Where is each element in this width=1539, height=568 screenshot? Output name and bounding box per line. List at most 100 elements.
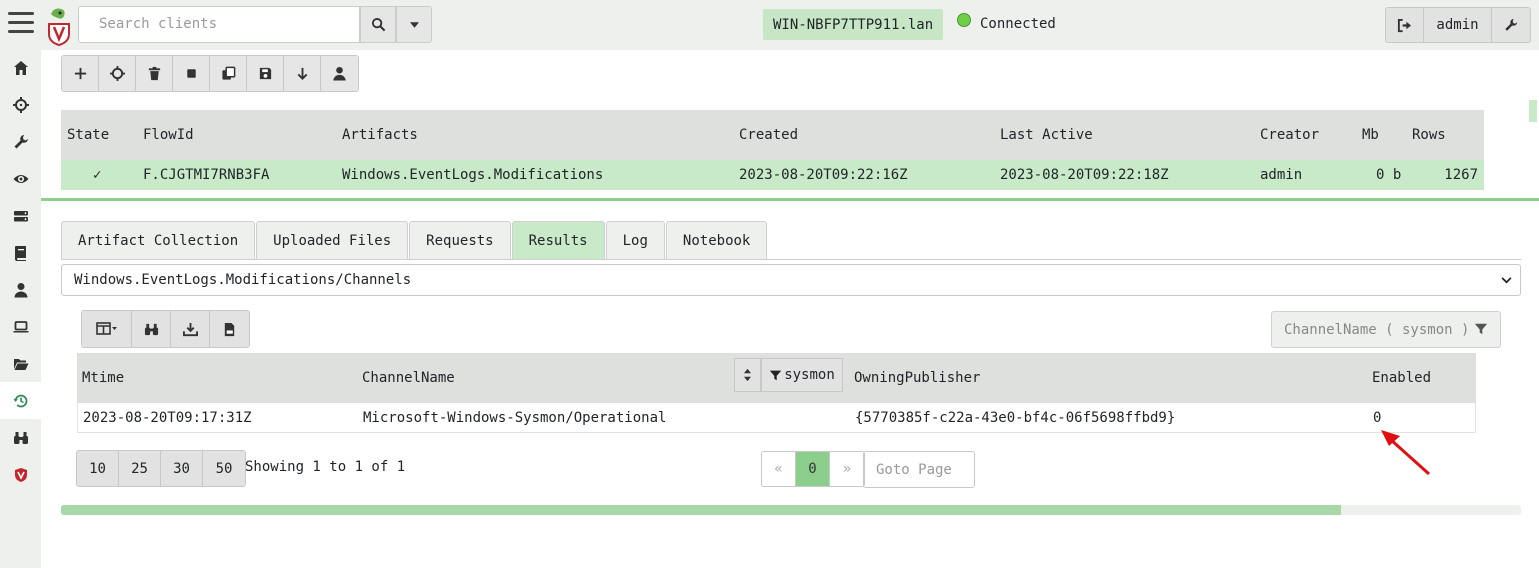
search-dropdown-button[interactable] bbox=[396, 6, 432, 43]
artifact-name: Windows.EventLogs.Modifications bbox=[342, 167, 604, 183]
filter-label: ChannelName ( sysmon ) bbox=[1284, 321, 1470, 338]
connection-status: Connected bbox=[980, 16, 1056, 32]
hamburger-menu-icon[interactable] bbox=[8, 12, 34, 38]
save-button[interactable] bbox=[247, 56, 284, 91]
velociraptor-logo[interactable] bbox=[46, 6, 72, 47]
page-size-25[interactable]: 25 bbox=[119, 451, 161, 486]
copy-icon bbox=[221, 66, 235, 80]
columns-icon bbox=[95, 322, 117, 335]
column-header[interactable]: Artifacts bbox=[342, 127, 418, 143]
search-button[interactable] bbox=[360, 6, 396, 43]
user-button[interactable]: admin bbox=[1424, 8, 1492, 42]
annotation-arrow-icon bbox=[1381, 430, 1431, 476]
search-input[interactable]: Search clients bbox=[78, 6, 360, 43]
table-row[interactable]: ✓ F.CJGTMI7RNB3FA Windows.EventLogs.Modi… bbox=[61, 160, 1484, 190]
current-page-button[interactable]: 0 bbox=[796, 452, 830, 486]
tab-artifact-collection[interactable]: Artifact Collection bbox=[61, 221, 256, 259]
creator: admin bbox=[1260, 167, 1303, 183]
client-hostname-badge[interactable]: WIN-NBFP7TTP911.lan bbox=[763, 9, 944, 40]
search-icon bbox=[371, 17, 385, 32]
flow-id: F.CJGTMI7RNB3FA bbox=[143, 167, 270, 183]
column-header[interactable]: ChannelName bbox=[362, 370, 455, 386]
prev-page-button[interactable]: « bbox=[762, 452, 796, 486]
caret-down-icon bbox=[409, 21, 419, 28]
new-collection-button[interactable] bbox=[62, 56, 99, 91]
eye-icon[interactable] bbox=[0, 160, 41, 197]
copy-button[interactable] bbox=[210, 56, 247, 91]
page-size-10[interactable]: 10 bbox=[77, 451, 119, 486]
download-csv-button[interactable] bbox=[210, 311, 249, 347]
results-toolbar bbox=[81, 310, 250, 348]
column-header[interactable]: Last Active bbox=[1000, 127, 1093, 143]
server-icon[interactable] bbox=[0, 197, 41, 234]
crosshair-icon[interactable] bbox=[0, 86, 41, 123]
tab-log[interactable]: Log bbox=[605, 221, 665, 259]
scrollbar-thumb[interactable] bbox=[61, 505, 1342, 515]
trash-icon bbox=[148, 66, 160, 81]
column-header[interactable]: Rows bbox=[1412, 127, 1446, 143]
table-row[interactable]: 2023-08-20T09:17:31Z Microsoft-Windows-S… bbox=[77, 403, 1476, 433]
folder-open-icon[interactable] bbox=[0, 345, 41, 382]
tab-requests[interactable]: Requests bbox=[409, 221, 511, 259]
flows-table: State FlowId Artifacts Created Last Acti… bbox=[61, 110, 1484, 190]
size-mb: 0 b bbox=[1376, 167, 1402, 183]
created-time: 2023-08-20T09:22:16Z bbox=[739, 167, 908, 183]
page-size-30[interactable]: 30 bbox=[161, 451, 203, 486]
plus-icon bbox=[74, 67, 86, 80]
sort-button[interactable] bbox=[734, 358, 761, 392]
download-button[interactable] bbox=[284, 56, 321, 91]
column-header[interactable]: State bbox=[67, 127, 109, 143]
stop-button[interactable] bbox=[173, 56, 210, 91]
goto-page-input[interactable]: Goto Page bbox=[863, 451, 975, 488]
user-button[interactable] bbox=[321, 56, 358, 91]
download-json-button[interactable] bbox=[171, 311, 210, 347]
column-filter-value: sysmon bbox=[784, 367, 835, 383]
column-header[interactable]: OwningPublisher bbox=[854, 370, 980, 386]
next-page-button[interactable]: » bbox=[830, 452, 864, 486]
tab-notebook[interactable]: Notebook bbox=[665, 221, 768, 259]
home-icon[interactable] bbox=[0, 49, 41, 86]
wrench-icon[interactable] bbox=[0, 123, 41, 160]
velociraptor-shield-icon[interactable] bbox=[0, 456, 41, 493]
history-icon[interactable] bbox=[0, 382, 41, 419]
channel-name: Microsoft-Windows-Sysmon/Operational bbox=[363, 409, 667, 426]
scrollbar[interactable] bbox=[1529, 100, 1537, 122]
filter-icon bbox=[770, 370, 782, 380]
column-header[interactable]: Mb bbox=[1362, 127, 1379, 143]
flow-tabs: Artifact Collection Uploaded Files Reque… bbox=[61, 221, 768, 259]
settings-button[interactable] bbox=[1492, 8, 1530, 42]
tab-results[interactable]: Results bbox=[511, 221, 605, 259]
pane-splitter[interactable] bbox=[41, 198, 1539, 201]
showing-count: Showing 1 to 1 of 1 bbox=[245, 459, 406, 475]
horizontal-scrollbar[interactable] bbox=[61, 505, 1521, 515]
column-header[interactable]: Created bbox=[739, 127, 798, 143]
sign-out-icon bbox=[1397, 18, 1412, 32]
filter-icon bbox=[1474, 323, 1488, 335]
crosshair-icon bbox=[109, 66, 125, 81]
column-header[interactable]: FlowId bbox=[143, 127, 194, 143]
wrench-icon bbox=[1505, 18, 1518, 31]
binoculars-icon[interactable] bbox=[0, 419, 41, 456]
logout-button[interactable] bbox=[1386, 8, 1424, 42]
page-size-50[interactable]: 50 bbox=[203, 451, 245, 486]
book-icon[interactable] bbox=[0, 234, 41, 271]
column-header[interactable]: Mtime bbox=[82, 370, 124, 386]
sort-icon bbox=[744, 368, 751, 382]
column-selector-button[interactable] bbox=[82, 311, 132, 347]
column-header[interactable]: Creator bbox=[1260, 127, 1319, 143]
delete-button[interactable] bbox=[136, 56, 173, 91]
hunt-button[interactable] bbox=[99, 56, 136, 91]
column-filter-button[interactable]: sysmon bbox=[761, 358, 843, 392]
artifact-source-select[interactable]: Windows.EventLogs.Modifications/Channels bbox=[61, 264, 1521, 296]
stop-icon bbox=[186, 69, 196, 78]
laptop-icon[interactable] bbox=[0, 308, 41, 345]
pagination: « 0 » bbox=[761, 451, 865, 487]
flows-table-header: State FlowId Artifacts Created Last Acti… bbox=[61, 110, 1484, 160]
download-icon bbox=[182, 322, 198, 336]
column-header[interactable]: Enabled bbox=[1372, 370, 1431, 386]
tab-uploaded-files[interactable]: Uploaded Files bbox=[256, 221, 409, 259]
active-filter[interactable]: ChannelName ( sysmon ) bbox=[1271, 311, 1501, 348]
search-table-button[interactable] bbox=[132, 311, 171, 347]
user-icon[interactable] bbox=[0, 271, 41, 308]
check-icon: ✓ bbox=[93, 167, 102, 183]
